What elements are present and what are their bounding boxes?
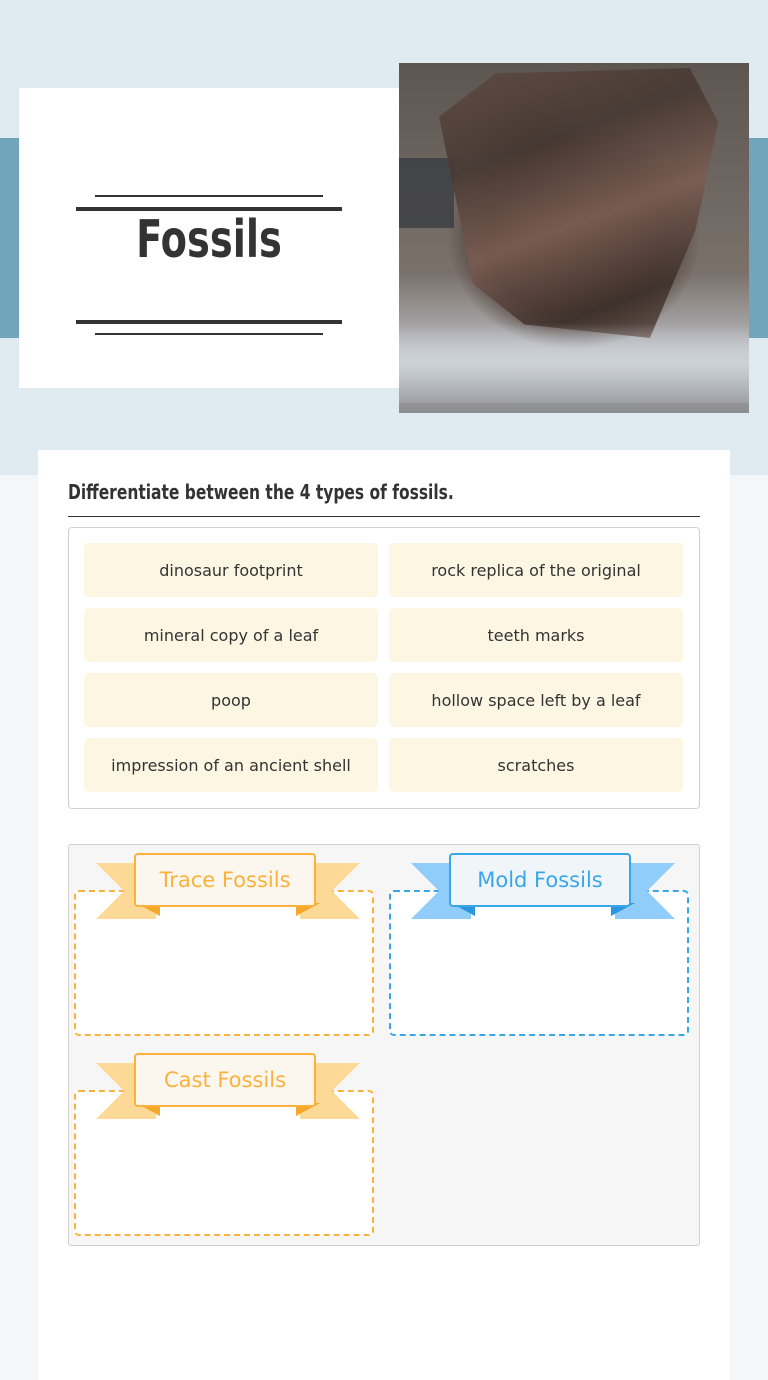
display-glare: [399, 323, 749, 403]
draggable-item[interactable]: rock replica of the original: [389, 543, 683, 597]
question-prompt: Differentiate between the 4 types of fos…: [68, 480, 454, 504]
fossil-slab: [439, 68, 719, 338]
category-ribbon-cast: Cast Fossils: [96, 1053, 360, 1119]
sorting-area: Trace Fossils Mold Fossils Cast Fossils: [68, 844, 700, 1246]
draggable-item[interactable]: teeth marks: [389, 608, 683, 662]
worksheet-card: Differentiate between the 4 types of fos…: [38, 450, 730, 1380]
page-title: Fossils: [136, 210, 282, 270]
word-bank: dinosaur footprint rock replica of the o…: [68, 527, 700, 809]
museum-sign: [399, 158, 454, 228]
draggable-item[interactable]: dinosaur footprint: [84, 543, 378, 597]
fossil-photo: [399, 63, 749, 413]
question-divider: [68, 516, 700, 517]
draggable-item[interactable]: poop: [84, 673, 378, 727]
title-rule: [95, 195, 323, 197]
draggable-item[interactable]: impression of an ancient shell: [84, 738, 378, 792]
draggable-item[interactable]: hollow space left by a leaf: [389, 673, 683, 727]
draggable-item[interactable]: scratches: [389, 738, 683, 792]
draggable-item[interactable]: mineral copy of a leaf: [84, 608, 378, 662]
category-ribbon-trace: Trace Fossils: [96, 853, 360, 919]
category-label: Trace Fossils: [134, 853, 316, 907]
title-rule: [95, 333, 323, 335]
title-rule: [76, 320, 342, 324]
category-label: Cast Fossils: [134, 1053, 316, 1107]
category-label: Mold Fossils: [449, 853, 631, 907]
title-card: Fossils: [19, 88, 399, 388]
category-ribbon-mold: Mold Fossils: [411, 853, 675, 919]
